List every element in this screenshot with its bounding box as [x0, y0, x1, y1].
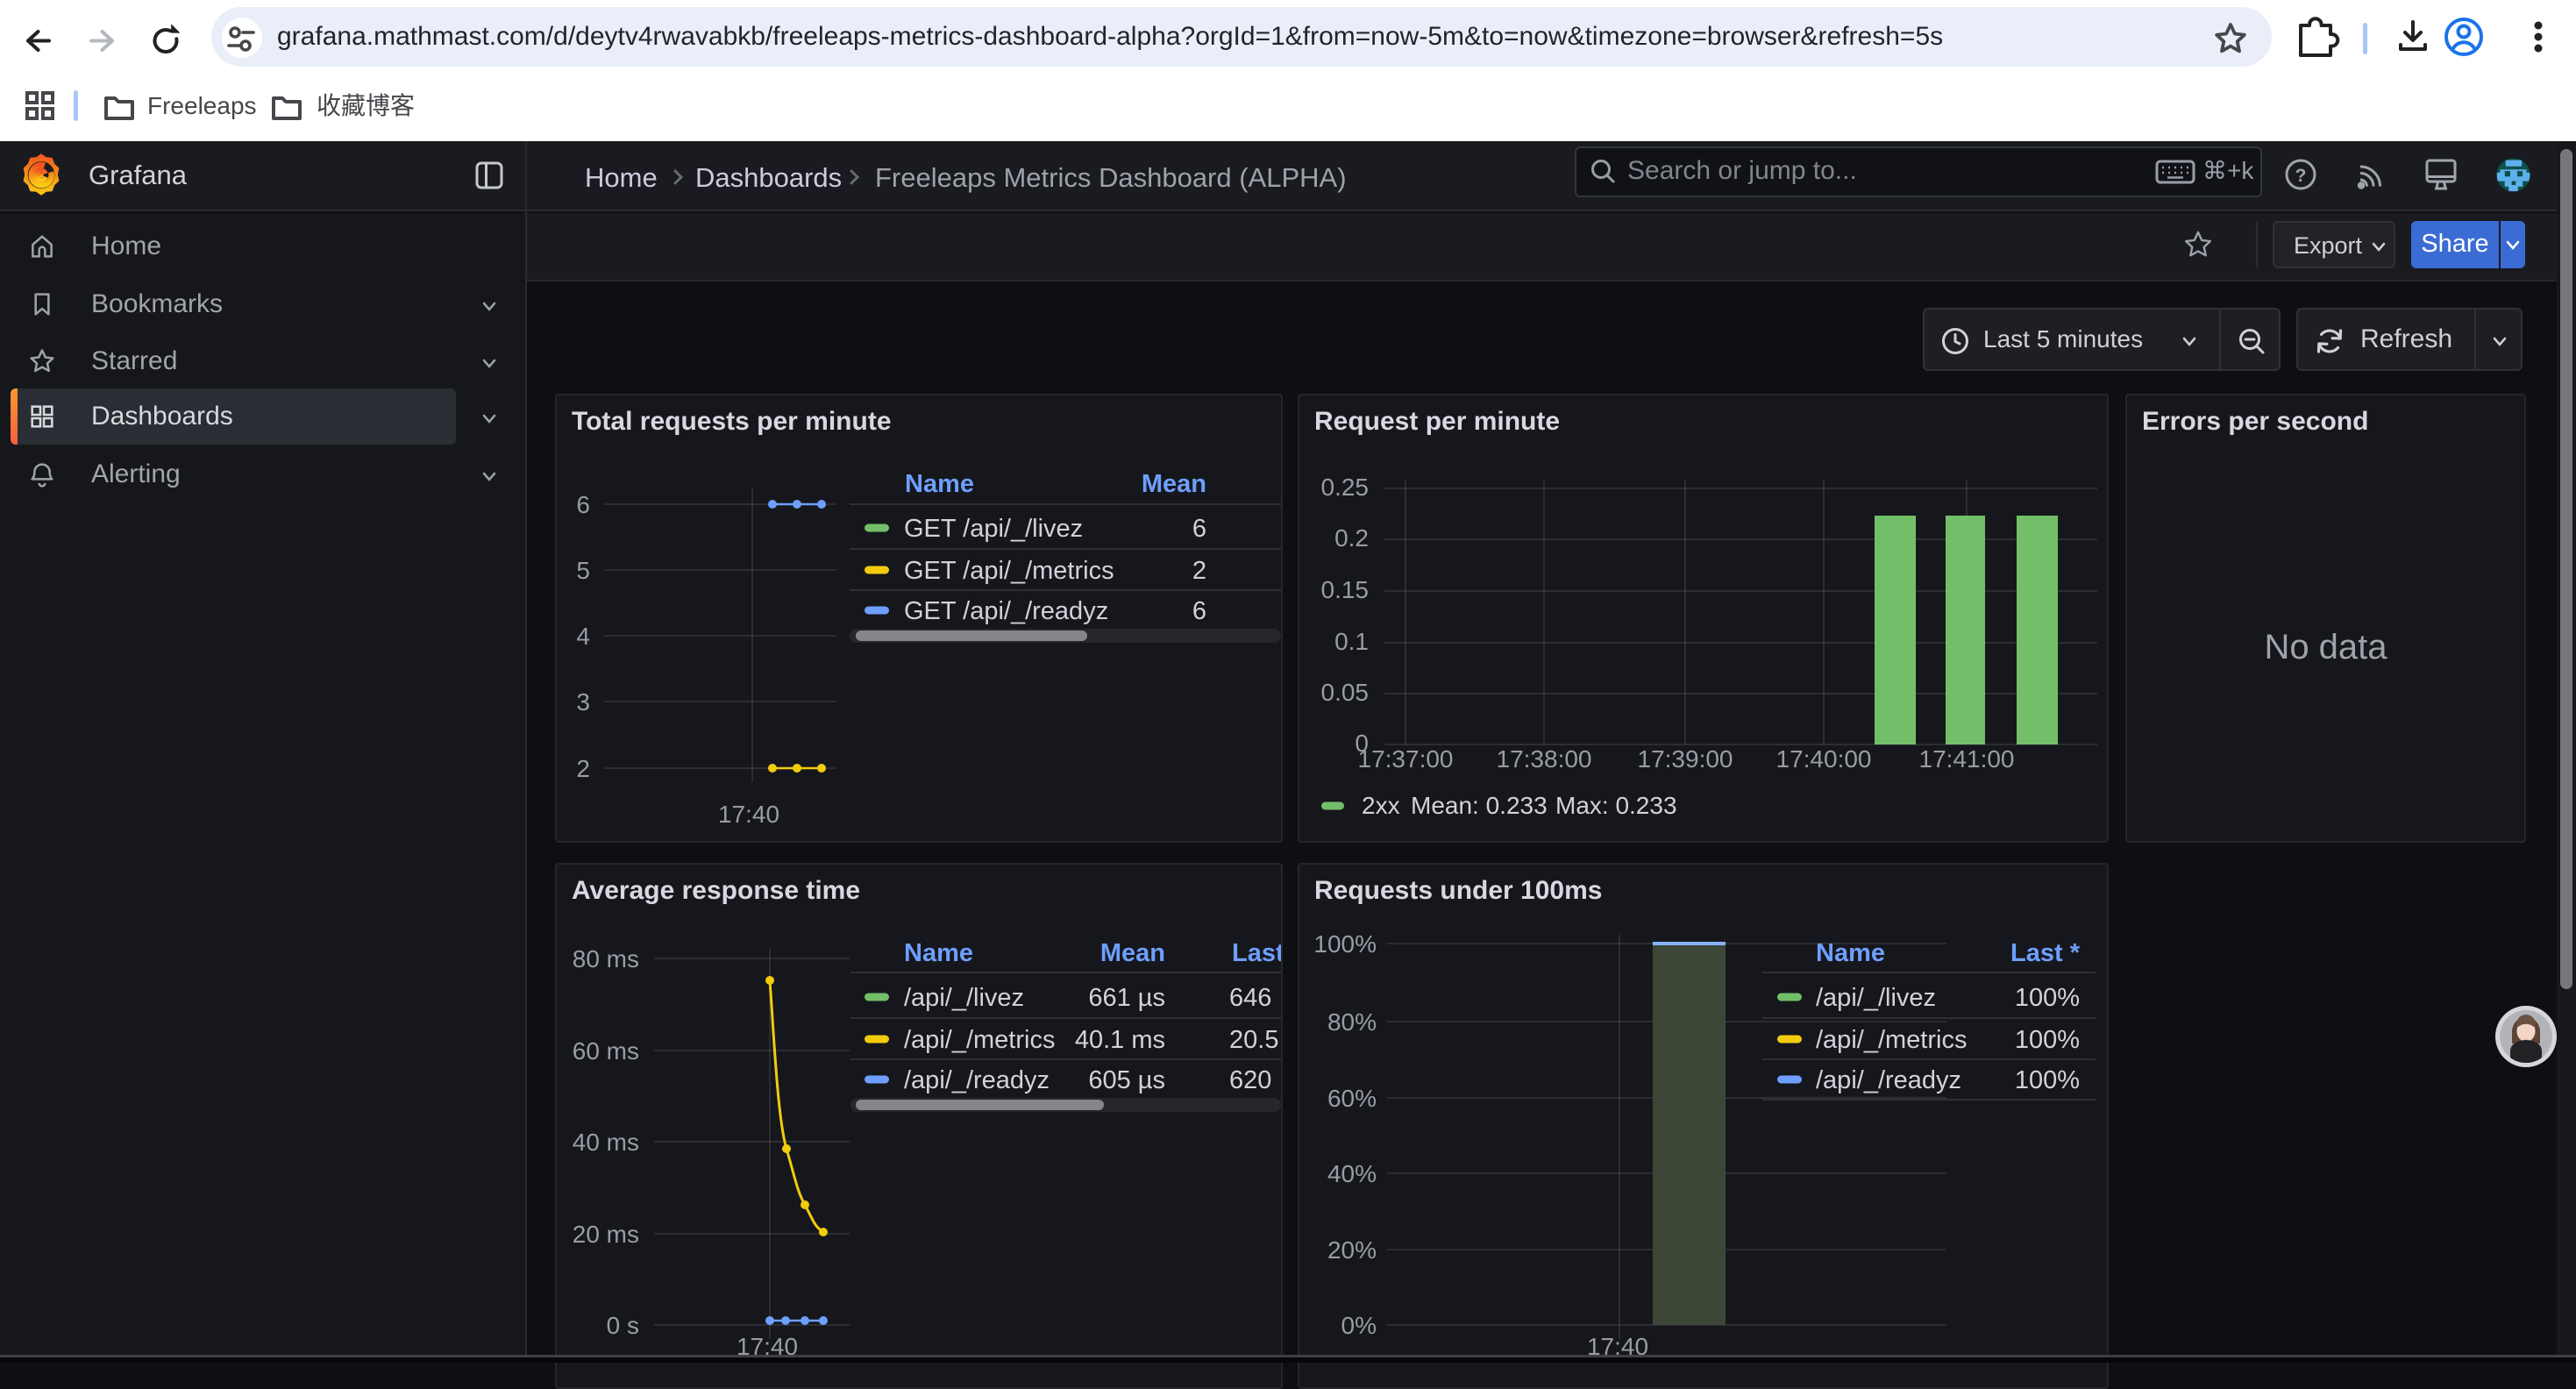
svg-text:20 ms: 20 ms: [573, 1221, 639, 1248]
svg-text:646: 646: [1229, 984, 1271, 1012]
svg-text:Name: Name: [904, 939, 973, 967]
svg-text:?: ?: [2295, 166, 2307, 186]
svg-text:17:39:00: 17:39:00: [1638, 745, 1733, 773]
svg-text:6: 6: [576, 491, 590, 518]
svg-text:100%: 100%: [2015, 1066, 2080, 1094]
svg-text:GET /api/_/livez: GET /api/_/livez: [904, 515, 1083, 543]
svg-text:17:38:00: 17:38:00: [1497, 745, 1592, 773]
svg-text:6: 6: [1192, 597, 1206, 625]
svg-text:0%: 0%: [1341, 1312, 1377, 1339]
svg-text:60 ms: 60 ms: [573, 1037, 639, 1065]
svg-text:Last: Last: [1232, 939, 1281, 967]
svg-text:/api/_/livez: /api/_/livez: [1816, 984, 1936, 1012]
svg-text:0.25: 0.25: [1321, 474, 1370, 501]
svg-text:GET /api/_/metrics: GET /api/_/metrics: [904, 557, 1114, 585]
svg-text:0 s: 0 s: [607, 1312, 639, 1339]
svg-text:17:40:00: 17:40:00: [1776, 745, 1872, 773]
svg-text:60%: 60%: [1327, 1085, 1377, 1112]
svg-text:0.2: 0.2: [1334, 524, 1369, 552]
svg-text:2xx: 2xx: [1362, 792, 1400, 819]
svg-text:17:40: 17:40: [718, 801, 779, 828]
svg-text:100%: 100%: [1313, 930, 1377, 958]
svg-text:4: 4: [576, 623, 590, 650]
svg-text:GET /api/_/readyz: GET /api/_/readyz: [904, 597, 1108, 625]
svg-text:/api/_/readyz: /api/_/readyz: [1816, 1066, 1961, 1094]
svg-text:661 µs: 661 µs: [1088, 984, 1165, 1012]
svg-text:605 µs: 605 µs: [1088, 1066, 1165, 1094]
svg-text:0.15: 0.15: [1321, 576, 1370, 603]
svg-text:Mean: Mean: [1142, 470, 1206, 498]
svg-text:6: 6: [1192, 515, 1206, 543]
svg-text:Last *: Last *: [2010, 939, 2081, 967]
svg-text:/api/_/livez: /api/_/livez: [904, 984, 1024, 1012]
svg-text:5: 5: [576, 557, 590, 584]
svg-text:Name: Name: [905, 470, 974, 498]
svg-text:3: 3: [576, 688, 590, 716]
svg-text:2: 2: [576, 755, 590, 782]
svg-text:40%: 40%: [1327, 1160, 1377, 1187]
svg-text:20%: 20%: [1327, 1236, 1377, 1264]
svg-text:0.1: 0.1: [1334, 628, 1369, 655]
svg-text:40 ms: 40 ms: [573, 1129, 639, 1156]
svg-text:40.1 ms: 40.1 ms: [1075, 1026, 1165, 1054]
svg-text:Max: 0.233: Max: 0.233: [1555, 792, 1677, 819]
svg-text:Mean: Mean: [1100, 939, 1165, 967]
svg-text:17:41:00: 17:41:00: [1919, 745, 2015, 773]
svg-text:/api/_/metrics: /api/_/metrics: [1816, 1026, 1967, 1054]
svg-text:80 ms: 80 ms: [573, 945, 639, 972]
svg-text:20.5 r: 20.5 r: [1229, 1026, 1281, 1054]
svg-text:80%: 80%: [1327, 1008, 1377, 1036]
svg-text:100%: 100%: [2015, 1026, 2080, 1054]
svg-text:/api/_/metrics: /api/_/metrics: [904, 1026, 1055, 1054]
svg-text:100%: 100%: [2015, 984, 2080, 1012]
svg-text:0.05: 0.05: [1321, 679, 1370, 706]
svg-text:17:37:00: 17:37:00: [1358, 745, 1454, 773]
svg-text:620: 620: [1229, 1066, 1271, 1094]
svg-text:/api/_/readyz: /api/_/readyz: [904, 1066, 1050, 1094]
svg-text:Mean: 0.233: Mean: 0.233: [1411, 792, 1548, 819]
svg-text:2: 2: [1192, 557, 1206, 585]
svg-text:Name: Name: [1816, 939, 1885, 967]
